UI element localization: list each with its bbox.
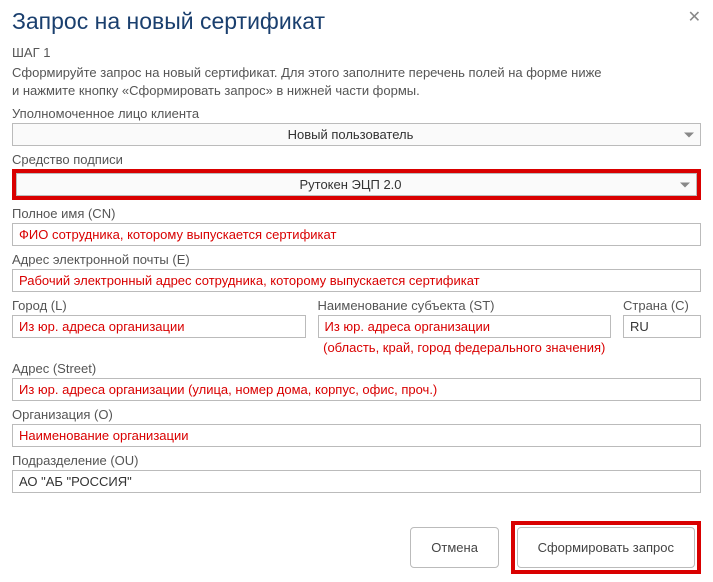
organization-input[interactable] — [12, 424, 701, 447]
street-input[interactable] — [12, 378, 701, 401]
sign-tool-highlight: Рутокен ЭЦП 2.0 — [12, 169, 701, 200]
full-name-input[interactable] — [12, 223, 701, 246]
close-icon[interactable]: ✕ — [688, 8, 701, 26]
org-unit-input[interactable] — [12, 470, 701, 493]
subject-label: Наименование субъекта (ST) — [318, 298, 612, 313]
submit-highlight: Сформировать запрос — [511, 521, 701, 574]
subject-note: (область, край, город федерального значе… — [318, 340, 612, 355]
city-label: Город (L) — [12, 298, 306, 313]
cancel-button[interactable]: Отмена — [410, 527, 499, 568]
instructions: Сформируйте запрос на новый сертификат. … — [12, 64, 701, 100]
submit-button[interactable]: Сформировать запрос — [517, 527, 695, 568]
org-unit-label: Подразделение (OU) — [12, 453, 701, 468]
sign-tool-select[interactable]: Рутокен ЭЦП 2.0 — [16, 173, 697, 196]
instructions-line2: и нажмите кнопку «Сформировать запрос» в… — [12, 83, 420, 98]
city-input[interactable] — [12, 315, 306, 338]
country-input[interactable] — [623, 315, 701, 338]
instructions-line1: Сформируйте запрос на новый сертификат. … — [12, 65, 602, 80]
step-label: ШАГ 1 — [12, 45, 701, 60]
authorized-person-label: Уполномоченное лицо клиента — [12, 106, 701, 121]
sign-tool-label: Средство подписи — [12, 152, 701, 167]
email-label: Адрес электронной почты (E) — [12, 252, 701, 267]
button-row: Отмена Сформировать запрос — [12, 521, 701, 574]
street-label: Адрес (Street) — [12, 361, 701, 376]
authorized-person-select[interactable]: Новый пользователь — [12, 123, 701, 146]
subject-input[interactable] — [318, 315, 612, 338]
organization-label: Организация (O) — [12, 407, 701, 422]
dialog-title: Запрос на новый сертификат — [12, 8, 325, 35]
email-input[interactable] — [12, 269, 701, 292]
country-label: Страна (C) — [623, 298, 701, 313]
full-name-label: Полное имя (CN) — [12, 206, 701, 221]
